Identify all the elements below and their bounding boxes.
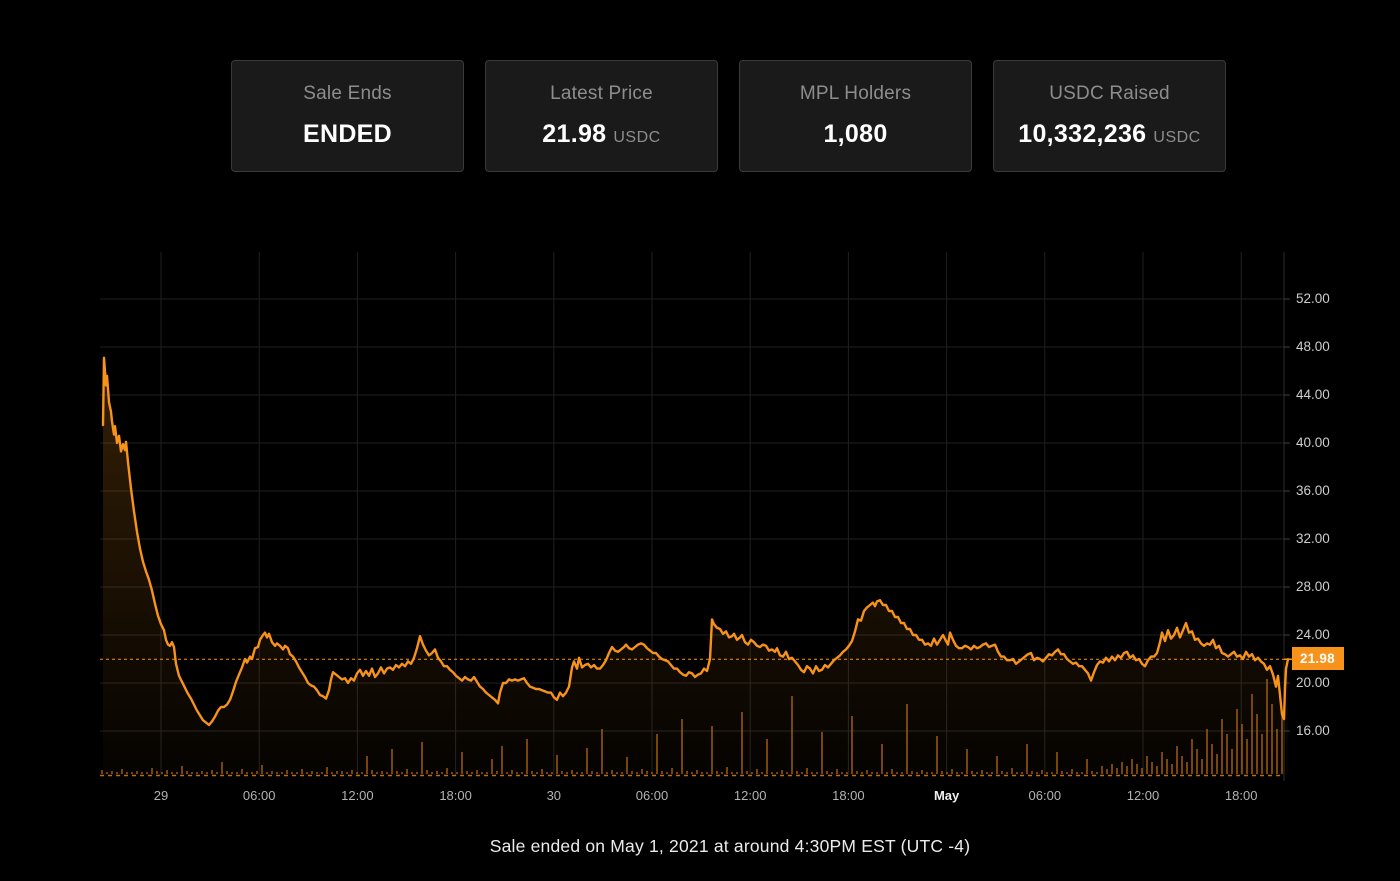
x-tick-label: 06:00 bbox=[616, 788, 688, 804]
price-chart[interactable] bbox=[0, 0, 1400, 881]
y-tick-label: 52.00 bbox=[1296, 291, 1356, 307]
x-tick-label: 30 bbox=[518, 788, 590, 804]
x-tick-label: 06:00 bbox=[1009, 788, 1081, 804]
price-area-fill bbox=[103, 358, 1288, 775]
last-price-badge: 21.98 bbox=[1292, 647, 1344, 670]
x-tick-label: 12:00 bbox=[321, 788, 393, 804]
y-tick-label: 36.00 bbox=[1296, 483, 1356, 499]
y-tick-label: 24.00 bbox=[1296, 627, 1356, 643]
x-tick-label: 18:00 bbox=[1205, 788, 1277, 804]
y-tick-label: 32.00 bbox=[1296, 531, 1356, 547]
x-tick-label: May bbox=[911, 788, 983, 804]
y-tick-label: 28.00 bbox=[1296, 579, 1356, 595]
y-tick-label: 16.00 bbox=[1296, 723, 1356, 739]
y-tick-label: 40.00 bbox=[1296, 435, 1356, 451]
x-tick-label: 12:00 bbox=[714, 788, 786, 804]
token-sale-dashboard: Sale Ends ENDED Latest Price 21.98 USDC … bbox=[0, 0, 1400, 881]
x-tick-label: 18:00 bbox=[812, 788, 884, 804]
y-tick-label: 48.00 bbox=[1296, 339, 1356, 355]
y-tick-label: 20.00 bbox=[1296, 675, 1356, 691]
x-tick-label: 18:00 bbox=[420, 788, 492, 804]
x-tick-label: 29 bbox=[125, 788, 197, 804]
x-tick-label: 12:00 bbox=[1107, 788, 1179, 804]
x-tick-label: 06:00 bbox=[223, 788, 295, 804]
sale-ended-caption: Sale ended on May 1, 2021 at around 4:30… bbox=[60, 836, 1400, 857]
y-tick-label: 44.00 bbox=[1296, 387, 1356, 403]
